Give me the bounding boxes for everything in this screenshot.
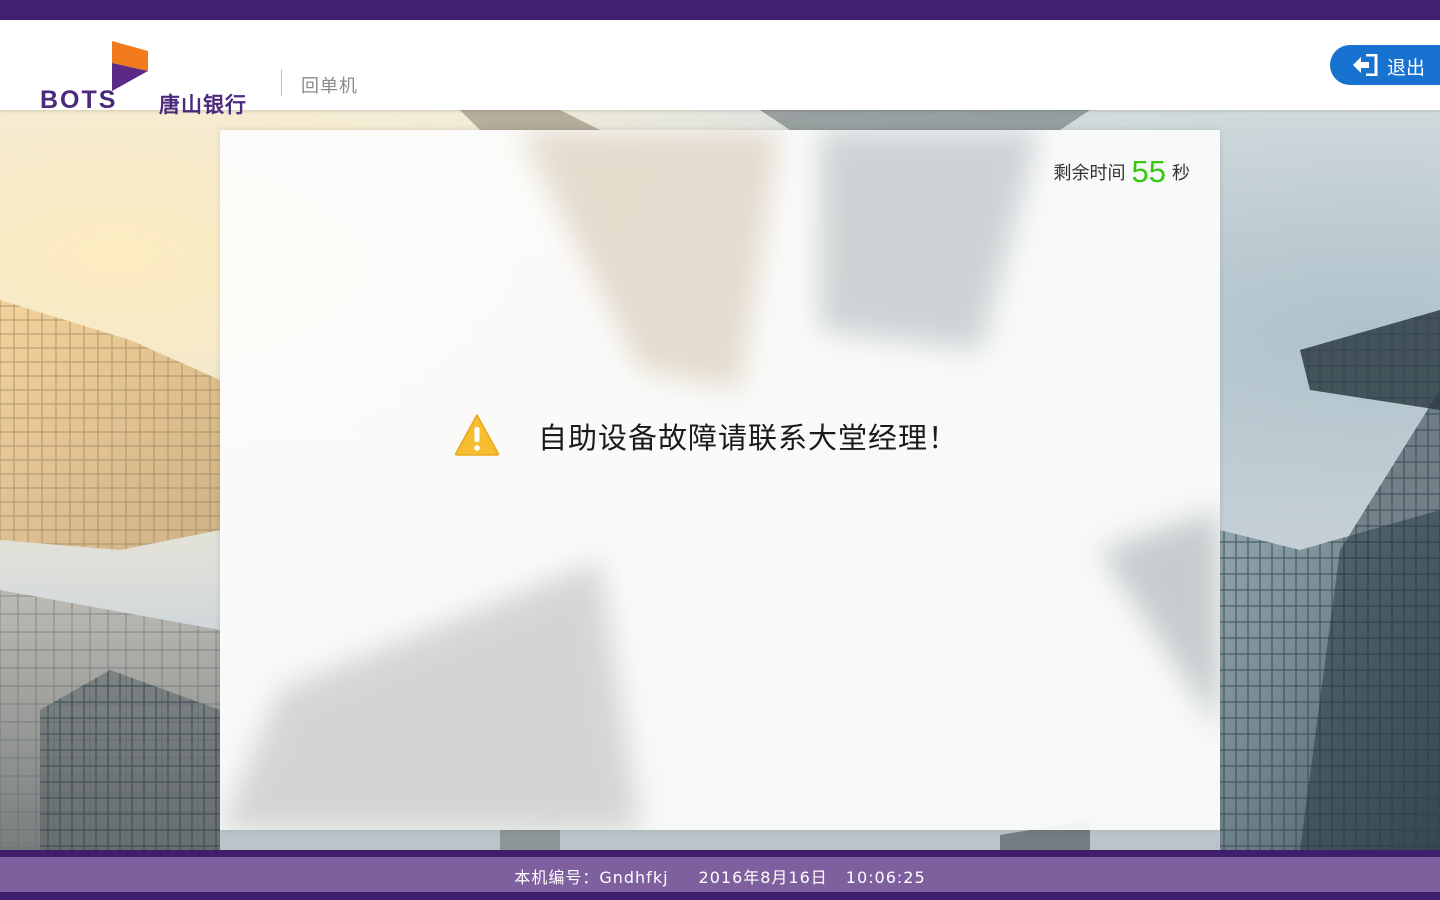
- status-footer: 本机编号：Gndhfkj 2016年8月16日 10:06:25: [0, 850, 1440, 900]
- app-name: 回单机: [301, 76, 358, 97]
- logo-bank-name: 唐山银行: [159, 93, 247, 117]
- error-message: 自助设备故障请联系大堂经理！: [538, 421, 959, 455]
- main-panel: 剩余时间 55 秒 自助设备故障请联系大堂经理！: [220, 130, 1220, 830]
- logo-mark-icon: [112, 41, 148, 91]
- bank-logo: BOTS 唐山银行: [38, 40, 268, 117]
- exit-icon: [1353, 54, 1378, 76]
- logo-bots-text: BOTS: [40, 86, 118, 114]
- countdown-value: 55: [1131, 154, 1166, 189]
- countdown-timer: 剩余时间 55 秒: [1054, 154, 1190, 190]
- countdown-unit: 秒: [1172, 163, 1190, 184]
- footer-date: 2016年8月16日: [698, 868, 828, 887]
- footer-info: 本机编号：Gndhfkj 2016年8月16日 10:06:25: [0, 864, 1440, 888]
- warning-triangle-icon: [454, 414, 500, 456]
- app-header: BOTS 唐山银行 回单机 退出: [0, 20, 1440, 117]
- exit-button[interactable]: 退出: [1330, 45, 1440, 85]
- exit-label: 退出: [1387, 57, 1426, 79]
- footer-time: 10:06:25: [845, 868, 926, 887]
- countdown-prefix: 剩余时间: [1053, 163, 1126, 184]
- panel-blurred-background: [220, 130, 1220, 830]
- top-brand-strip: [0, 0, 1440, 20]
- machine-id-label: 本机编号：: [514, 868, 600, 887]
- machine-id: Gndhfkj: [599, 868, 669, 887]
- header-divider: [281, 70, 282, 96]
